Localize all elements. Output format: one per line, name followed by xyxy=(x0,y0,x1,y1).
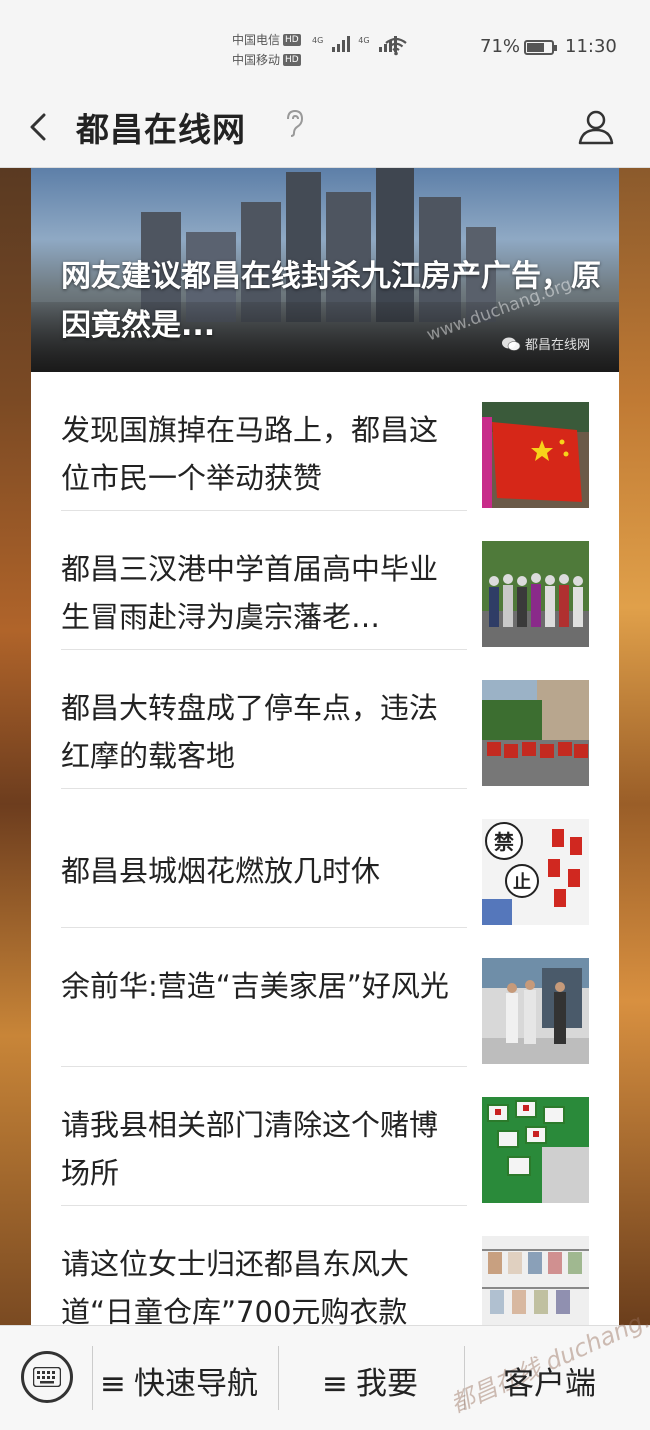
hd-badge: HD xyxy=(283,54,301,66)
list-item[interactable]: 请我县相关部门清除这个赌博场所 xyxy=(31,1067,619,1206)
ban-badge-bottom: 止 xyxy=(513,871,531,893)
keyboard-toggle-button[interactable] xyxy=(21,1351,73,1403)
want-label: 我要 xyxy=(355,1366,418,1402)
hd-badge: HD xyxy=(283,34,301,46)
wifi-icon xyxy=(385,37,407,56)
ear-icon xyxy=(287,109,304,137)
headline-banner[interactable]: 网友建议都昌在线封杀九江房产广告，原因竟然是... www.duchang.or… xyxy=(31,168,619,372)
want-button[interactable]: ≡ 我要 xyxy=(322,1358,418,1403)
carrier-2: 中国移动 xyxy=(232,53,281,67)
article-title[interactable]: 请我县相关部门清除这个赌博场所 xyxy=(61,1101,461,1197)
article-title[interactable]: 都昌县城烟花燃放几时休 xyxy=(61,847,461,895)
list-item[interactable]: 都昌三汊港中学首届高中毕业生冒雨赴浔为虞宗藩老… xyxy=(31,511,619,650)
keyboard-icon xyxy=(33,1367,61,1387)
back-arrow-icon[interactable] xyxy=(22,109,58,145)
ban-badge-top: 禁 xyxy=(494,830,514,854)
network-type: 4G xyxy=(358,36,370,45)
battery-icon xyxy=(524,40,557,55)
article-thumbnail[interactable] xyxy=(482,1236,589,1325)
article-thumbnail[interactable] xyxy=(482,680,589,786)
banner-source-name: 都昌在线网 xyxy=(525,338,591,353)
menu-icon: ≡ xyxy=(322,1366,348,1402)
status-bar: 中国电信 HD 中国移动 HD 4G 4G 71% 11:30 xyxy=(0,0,650,95)
article-title[interactable]: 请这位女士归还都昌东风大道“日童仓库”700元购衣款 xyxy=(61,1240,461,1325)
list-item[interactable]: 发现国旗掉在马路上，都昌这位市民一个举动获赞 xyxy=(31,372,619,511)
carrier-info: 中国电信 HD 中国移动 HD xyxy=(232,30,301,70)
clock: 11:30 xyxy=(565,36,617,57)
content-card: 网友建议都昌在线封杀九江房产广告，原因竟然是... www.duchang.or… xyxy=(31,168,619,1325)
network-type: 4G xyxy=(312,36,324,45)
article-thumbnail[interactable] xyxy=(482,1097,589,1203)
article-title[interactable]: 都昌三汊港中学首届高中毕业生冒雨赴浔为虞宗藩老… xyxy=(61,545,461,641)
list-item[interactable]: 都昌大转盘成了停车点，违法红摩的载客地 xyxy=(31,650,619,789)
article-thumbnail[interactable] xyxy=(482,402,589,508)
quick-nav-button[interactable]: ≡ 快速导航 xyxy=(100,1358,258,1403)
quick-nav-label: 快速导航 xyxy=(133,1366,258,1402)
background-blur-right xyxy=(619,168,650,1325)
wechat-icon xyxy=(502,337,521,351)
list-item[interactable]: 余前华:营造“吉美家居”好风光 xyxy=(31,928,619,1067)
page-title: 都昌在线网 xyxy=(76,110,246,149)
user-profile-icon[interactable] xyxy=(576,107,616,147)
article-title[interactable]: 发现国旗掉在马路上，都昌这位市民一个举动获赞 xyxy=(61,406,461,502)
client-button[interactable]: 客户端 xyxy=(503,1358,596,1403)
banner-source: 都昌在线网 xyxy=(501,334,590,353)
battery-percent: 71% xyxy=(480,36,521,57)
article-thumbnail[interactable] xyxy=(482,958,589,1064)
carrier-1: 中国电信 xyxy=(232,33,281,47)
menu-icon: ≡ xyxy=(100,1366,126,1402)
bottom-menu: ≡ 快速导航 ≡ 我要 都昌在线 duchang.org 客户端 xyxy=(0,1289,650,1430)
article-title[interactable]: 都昌大转盘成了停车点，违法红摩的载客地 xyxy=(61,684,461,780)
article-title[interactable]: 余前华:营造“吉美家居”好风光 xyxy=(61,962,461,1058)
list-item[interactable]: 都昌县城烟花燃放几时休 禁 止 xyxy=(31,789,619,928)
article-list: 发现国旗掉在马路上，都昌这位市民一个举动获赞 都昌三汊港中学首届高中毕业生冒雨赴… xyxy=(31,372,619,1325)
list-item[interactable]: 请这位女士归还都昌东风大道“日童仓库”700元购衣款 xyxy=(31,1206,619,1325)
client-label: 客户端 xyxy=(503,1366,596,1402)
background-blur-left xyxy=(0,168,31,1325)
nav-bar: 都昌在线网 xyxy=(0,95,650,168)
article-thumbnail[interactable] xyxy=(482,541,589,647)
article-thumbnail[interactable]: 禁 止 xyxy=(482,819,589,925)
